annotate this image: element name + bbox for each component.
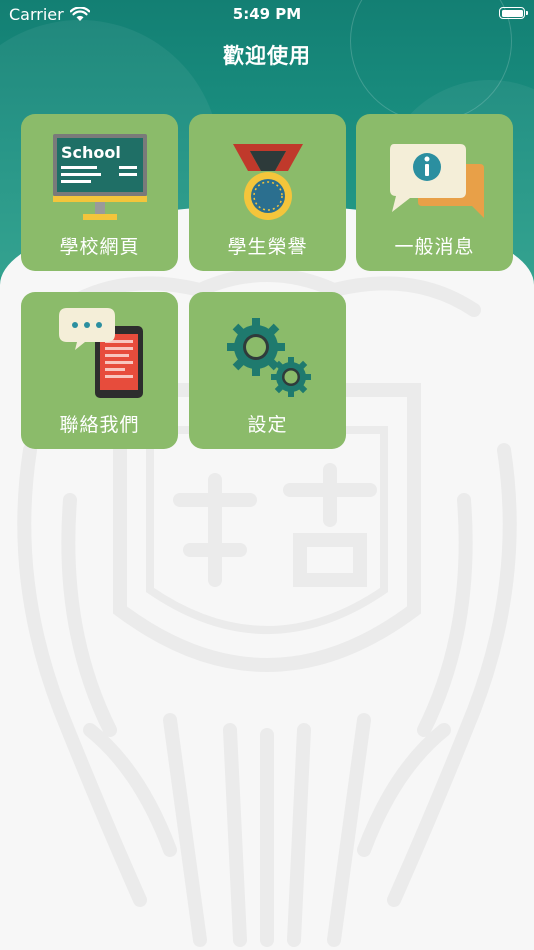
page-title: 歡迎使用 [223,44,311,68]
gears-icon [226,318,311,397]
settings-button[interactable]: 設定 [189,292,346,449]
medal-icon [232,144,303,220]
info-message-icon [389,144,484,218]
status-bar: Carrier 5:49 PM [0,0,534,28]
contact-us-label: 聯絡我們 [59,414,140,436]
student-honors-button[interactable]: 學生榮譽 [189,114,346,271]
school-website-button[interactable]: School 學校網頁 [21,114,178,271]
school-board-icon: School [52,134,147,220]
settings-label: 設定 [247,414,288,436]
general-news-label: 一般消息 [394,236,475,258]
general-news-button[interactable]: 一般消息 [356,114,513,271]
school-website-label: 學校網頁 [59,236,140,258]
contact-us-button[interactable]: 聯絡我們 [21,292,178,449]
battery-icon [499,7,528,19]
board-text: School [61,143,121,162]
clock: 5:49 PM [232,5,302,23]
student-honors-label: 學生榮譽 [227,236,308,258]
phone-chat-icon [58,308,143,398]
